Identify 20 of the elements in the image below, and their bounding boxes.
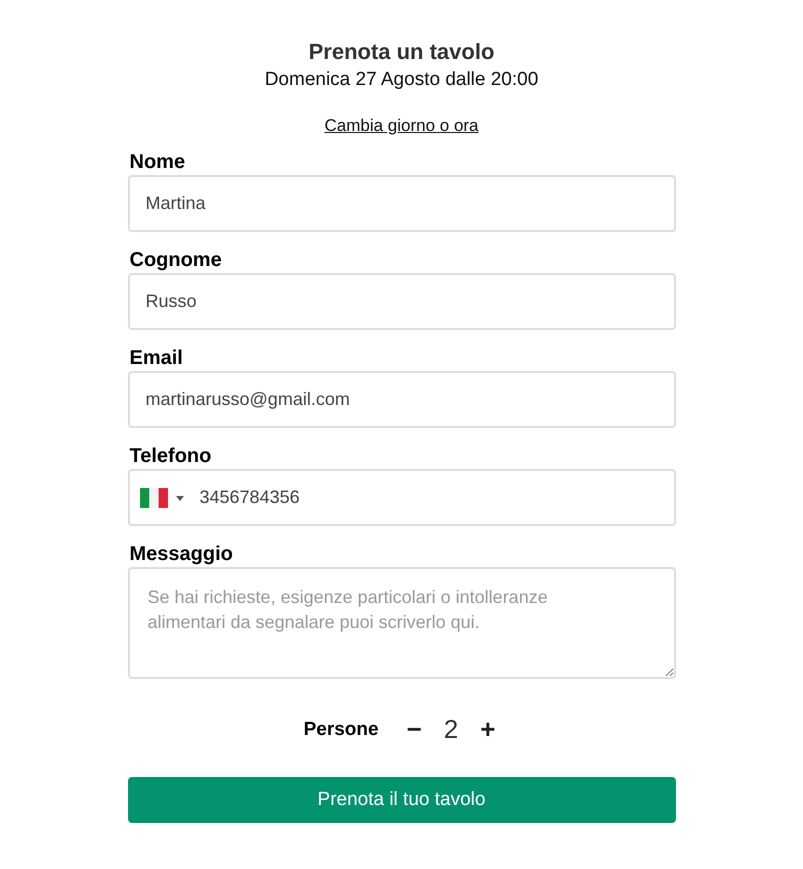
field-label: Cognome — [130, 248, 223, 272]
decrement-button[interactable]: − — [402, 714, 426, 745]
field-label: Messaggio — [130, 542, 234, 566]
field-label: Telefono — [130, 444, 212, 468]
field-label: Nome — [130, 150, 186, 174]
field-label: Email — [130, 346, 184, 370]
guests-count: 2 — [442, 714, 460, 745]
page-title: Prenota un tavolo — [308, 38, 496, 66]
message-field[interactable]: Se hai richieste, esigenze particolari o intolleranze alimentari da segnalare puoi scriverlo qui. — [128, 567, 676, 679]
increment-button[interactable]: + — [476, 714, 500, 745]
text-field[interactable]: Russo — [128, 273, 676, 330]
text-field[interactable]: martinarusso@gmail.com — [128, 371, 676, 428]
guests-label: Persone — [304, 718, 379, 740]
phone-field[interactable]: 3456784356 — [128, 469, 676, 526]
submit-button[interactable]: Prenota il tuo tavolo — [128, 777, 676, 823]
flag-icon[interactable] — [140, 488, 168, 508]
change-date-link[interactable]: Cambia giorno o ora — [324, 116, 479, 136]
booking-date: Domenica 27 Agosto dalle 20:00 — [264, 68, 540, 92]
text-field[interactable]: Martina — [128, 175, 676, 232]
caret-icon[interactable] — [176, 496, 184, 501]
